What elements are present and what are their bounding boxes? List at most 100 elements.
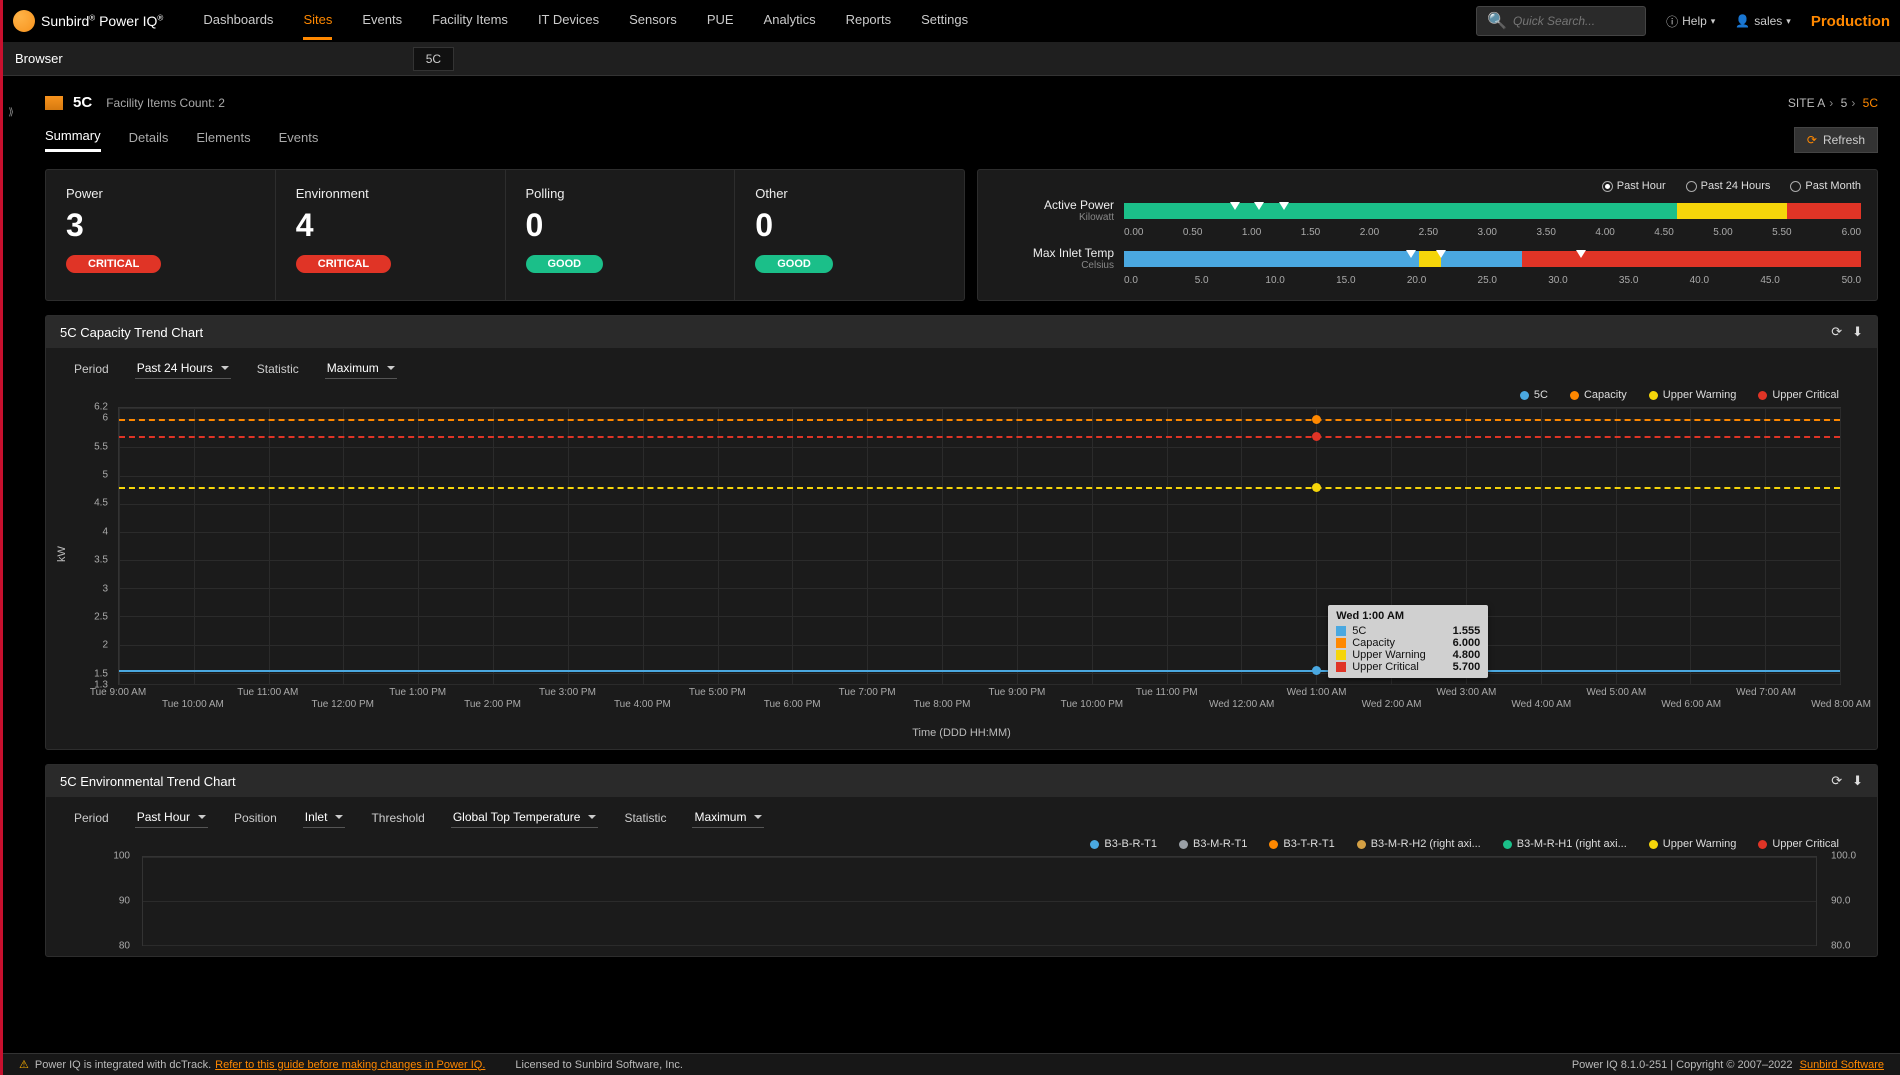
plot-area[interactable] [142,856,1817,946]
sidebar-expand-icon[interactable]: ⟫ [6,102,16,122]
gauge-bar[interactable] [1124,251,1861,267]
browser-label: Browser [15,51,63,66]
legend-dot-icon [1357,840,1366,849]
chart-download-icon[interactable]: ⬇ [1852,324,1863,340]
ctrl-label-statistic: Statistic [624,811,666,825]
nav-sites[interactable]: Sites [303,2,332,40]
ctrl-label-period: Period [74,362,109,376]
status-cards: Power 3 CRITICAL Environment4CRITICAL Pollin… [45,169,965,301]
y-axis-right: 100.090.080.0 [1827,856,1867,946]
card-title: Power [66,186,255,201]
footer-msg: Power IQ is integrated with dcTrack. [35,1059,211,1071]
legend-upper-critical[interactable]: Upper Critical [1758,838,1839,850]
chart-body[interactable]: 1009080 100.090.080.0 [142,856,1817,946]
card-power[interactable]: Power 3 CRITICAL [46,170,276,300]
legend-b3-m-r-h2-right-axi-[interactable]: B3-M-R-H2 (right axi... [1357,838,1481,850]
gauge-marker [1254,202,1264,210]
card-value: 4 [296,207,485,244]
search-input[interactable] [1513,14,1635,28]
timerange-past-24-hours[interactable]: Past 24 Hours [1686,180,1771,192]
page-title: 5C [73,94,92,111]
legend-dot-icon [1570,391,1579,400]
gauge-label: Max Inlet Temp [994,246,1114,260]
legend-b3-t-r-t1[interactable]: B3-T-R-T1 [1269,838,1334,850]
nav-items: Dashboards Sites Events Facility Items IT De… [203,2,968,40]
nav-dashboards[interactable]: Dashboards [203,2,273,40]
tab-elements[interactable]: Elements [196,130,250,151]
card-polling[interactable]: Polling0GOOD [506,170,736,300]
nav-it-devices[interactable]: IT Devices [538,2,599,40]
page-tabs: Summary Details Elements Events ⟳ Refresh [45,119,1878,161]
card-environment[interactable]: Environment4CRITICAL [276,170,506,300]
footer: ⚠ Power IQ is integrated with dcTrack. R… [3,1053,1900,1075]
nav-settings[interactable]: Settings [921,2,968,40]
warning-icon: ⚠ [19,1058,29,1071]
ctrl-threshold-select[interactable]: Global Top Temperature [451,807,599,828]
legend-b3-b-r-t1[interactable]: B3-B-R-T1 [1090,838,1157,850]
legend-upper-critical[interactable]: Upper Critical [1758,389,1839,401]
ctrl-statistic-select[interactable]: Maximum [325,358,397,379]
plot-area[interactable]: Wed 1:00 AM5C1.555Capacity6.000Upper War… [118,407,1841,685]
legend-dot-icon [1179,840,1188,849]
nav-sensors[interactable]: Sensors [629,2,677,40]
card-value: 0 [526,207,715,244]
refresh-button[interactable]: ⟳ Refresh [1794,127,1878,153]
legend-5c[interactable]: 5C [1520,389,1548,401]
legend-b3-m-r-t1[interactable]: B3-M-R-T1 [1179,838,1247,850]
chart-download-icon[interactable]: ⬇ [1852,773,1863,789]
chart-refresh-icon[interactable]: ⟳ [1831,324,1842,340]
footer-license: Licensed to Sunbird Software, Inc. [515,1059,683,1071]
chart-body[interactable]: kW 1.31.522.533.544.555.566.2 Wed 1:00 A… [118,407,1841,717]
env-chart-panel: 5C Environmental Trend Chart ⟳ ⬇ PeriodP… [45,764,1878,957]
user-menu[interactable]: 👤 sales▾ [1735,14,1791,28]
tab-summary[interactable]: Summary [45,128,101,152]
gauge-label: Active Power [994,198,1114,212]
chart-refresh-icon[interactable]: ⟳ [1831,773,1842,789]
timerange-past-hour[interactable]: Past Hour [1602,180,1666,192]
card-other[interactable]: Other0GOOD [735,170,964,300]
status-badge: CRITICAL [66,255,161,273]
chart-title: 5C Environmental Trend Chart [60,774,236,789]
card-title: Polling [526,186,715,201]
ctrl-period-select[interactable]: Past Hour [135,807,208,828]
gauge-marker [1406,250,1416,258]
legend-upper-warning[interactable]: Upper Warning [1649,389,1737,401]
legend-b3-m-r-h1-right-axi-[interactable]: B3-M-R-H1 (right axi... [1503,838,1627,850]
open-tab-5c[interactable]: 5C [413,47,454,71]
gauge-active-power: Active Power Kilowatt [994,198,1861,223]
gauge-bar[interactable] [1124,203,1861,219]
nav-facility-items[interactable]: Facility Items [432,2,508,40]
footer-guide-link[interactable]: Refer to this guide before making change… [215,1059,485,1071]
content: 5C Facility Items Count: 2 SITE A› 5› 5C… [3,76,1900,957]
summary-row: Power 3 CRITICAL Environment4CRITICAL Pollin… [45,169,1878,301]
chart-controls: PeriodPast 24 HoursStatisticMaximum [46,348,1877,383]
nav-pue[interactable]: PUE [707,2,734,40]
nav-analytics[interactable]: Analytics [764,2,816,40]
legend-capacity[interactable]: Capacity [1570,389,1627,401]
nav-events[interactable]: Events [362,2,402,40]
legend-upper-warning[interactable]: Upper Warning [1649,838,1737,850]
tab-events[interactable]: Events [279,130,319,151]
quick-search[interactable]: 🔍 [1476,6,1646,36]
nav-reports[interactable]: Reports [846,2,892,40]
y-axis-left: 1009080 [94,856,134,946]
breadcrumb[interactable]: SITE A› 5› 5C [1788,96,1878,110]
legend-dot-icon [1269,840,1278,849]
env-badge: Production [1811,13,1890,30]
y-axis-label: kW [56,546,68,562]
ctrl-period-select[interactable]: Past 24 Hours [135,358,231,379]
tab-details[interactable]: Details [129,130,169,151]
x-axis: Tue 9:00 AMTue 10:00 AMTue 11:00 AMTue 1… [118,687,1841,717]
footer-vendor-link[interactable]: Sunbird Software [1800,1059,1884,1071]
help-menu[interactable]: ⓘ Help▾ [1666,13,1715,30]
chart-legend: 5C Capacity Upper Warning Upper Critical [46,383,1877,407]
gauge-axis: 0.05.010.015.020.025.030.035.040.045.050… [1124,275,1861,286]
timerange-past-month[interactable]: Past Month [1790,180,1861,192]
ctrl-position-select[interactable]: Inlet [303,807,346,828]
chart-legend: B3-B-R-T1 B3-M-R-T1 B3-T-R-T1 B3-M-R-H2 (ri… [46,832,1877,856]
gauge-max-inlet-temp: Max Inlet Temp Celsius [994,246,1861,271]
card-value: 3 [66,207,255,244]
sunbird-logo-icon [13,10,35,32]
ctrl-statistic-select[interactable]: Maximum [692,807,764,828]
hover-point [1312,483,1321,492]
